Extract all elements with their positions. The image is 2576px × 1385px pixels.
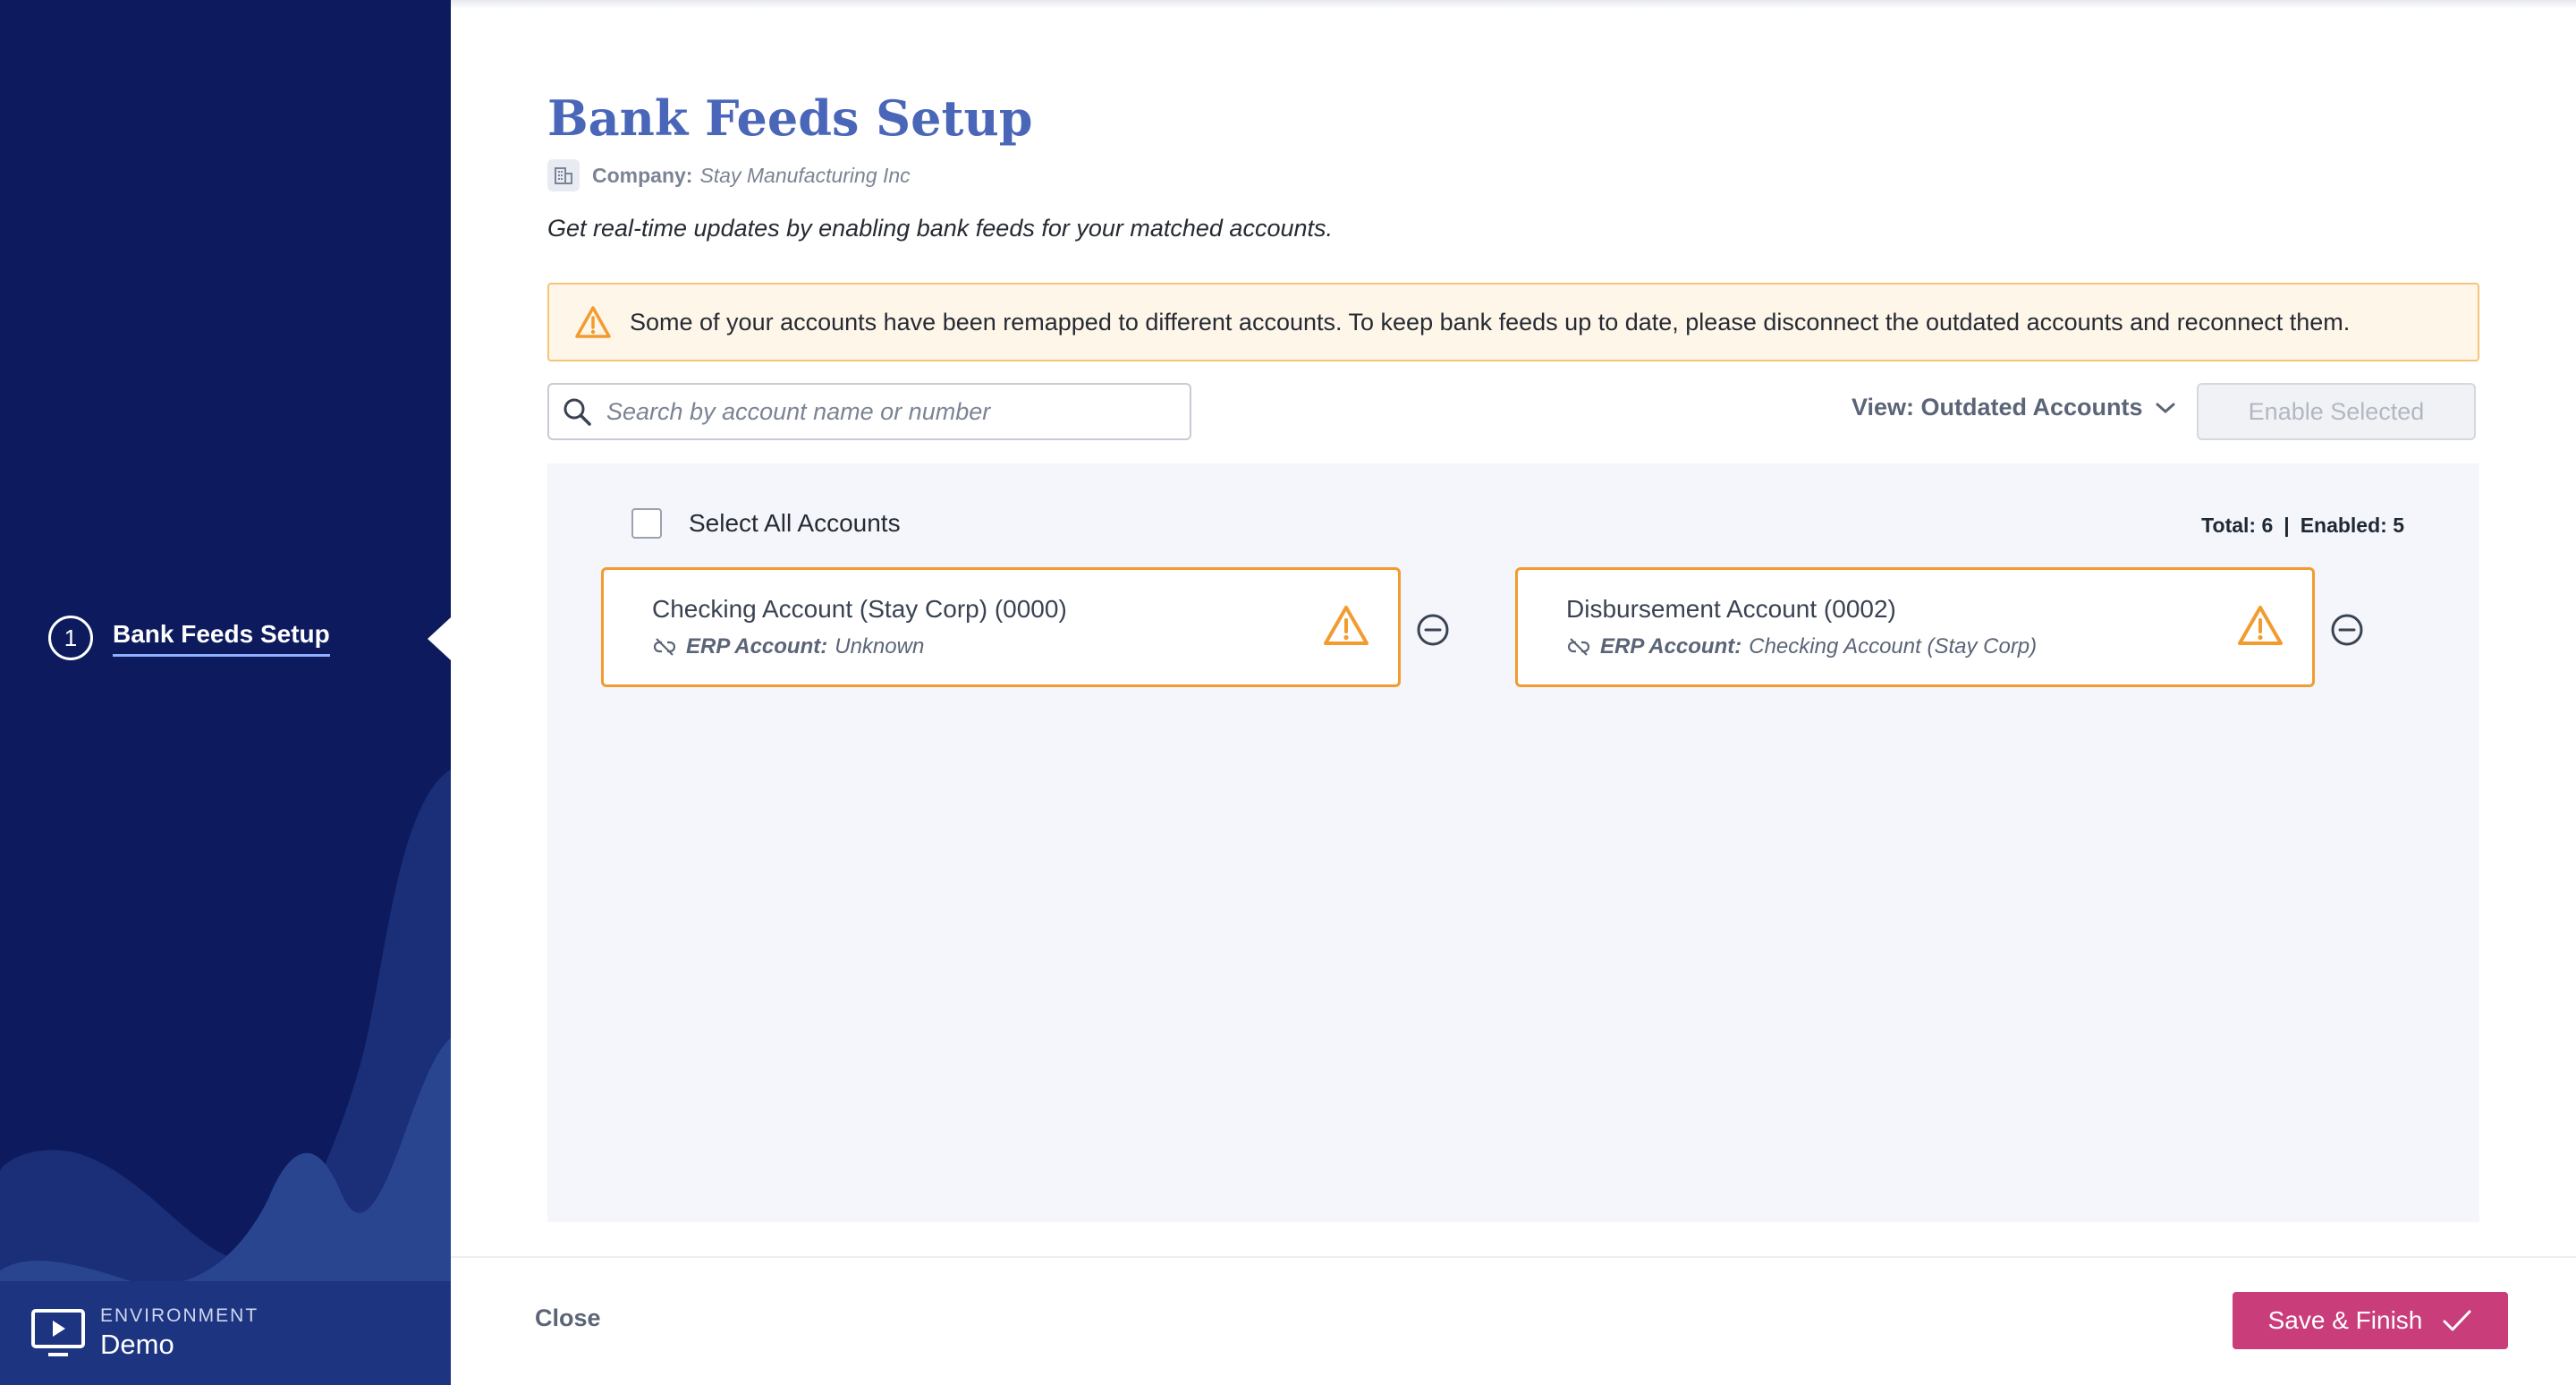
unlink-icon — [1567, 638, 1590, 656]
select-all-label: Select All Accounts — [689, 509, 901, 537]
erp-account-label: ERP Account: — [686, 634, 828, 659]
account-card[interactable]: Disbursement Account (0002) ERP Account:… — [1515, 567, 2315, 687]
remap-warning-alert: Some of your accounts have been remapped… — [547, 283, 2479, 361]
minus-circle-icon[interactable] — [2329, 612, 2365, 648]
select-all-row[interactable]: Select All Accounts — [631, 508, 901, 539]
erp-account-value: Unknown — [835, 634, 925, 659]
step-label: Bank Feeds Setup — [113, 620, 330, 657]
building-icon — [547, 159, 580, 191]
sidebar-step-bank-feeds-setup[interactable]: 1 Bank Feeds Setup — [48, 616, 330, 660]
unlink-icon — [653, 638, 676, 656]
close-button[interactable]: Close — [535, 1304, 601, 1332]
select-all-checkbox[interactable] — [631, 508, 662, 539]
top-shadow — [451, 0, 2576, 9]
company-label: Company: — [592, 163, 693, 187]
save-and-finish-button[interactable]: Save & Finish — [2233, 1292, 2508, 1349]
warning-icon — [1324, 606, 1368, 645]
account-totals: Total: 6 | Enabled: 5 — [2201, 514, 2404, 538]
checkmark-icon — [2443, 1310, 2471, 1331]
account-name: Disbursement Account (0002) — [1566, 595, 1896, 623]
erp-account-info: ERP Account: Unknown — [652, 634, 924, 659]
sidebar: 1 Bank Feeds Setup ENVIRONMENT Demo — [0, 0, 451, 1385]
minus-circle-icon[interactable] — [1415, 612, 1451, 648]
alert-text: Some of your accounts have been remapped… — [630, 308, 2351, 336]
step-number-circle: 1 — [48, 616, 93, 660]
account-card[interactable]: Checking Account (Stay Corp) (0000) ERP … — [601, 567, 1401, 687]
search-icon — [564, 398, 591, 426]
search-box — [547, 383, 1191, 440]
erp-account-value: Checking Account (Stay Corp) — [1749, 634, 2038, 659]
page-subtitle: Get real-time updates by enabling bank f… — [547, 215, 1334, 242]
erp-account-info: ERP Account: Checking Account (Stay Corp… — [1566, 634, 2037, 659]
erp-account-label: ERP Account: — [1600, 634, 1742, 659]
view-filter-dropdown[interactable]: View: Outdated Accounts — [1852, 394, 2177, 421]
company-name: Stay Manufacturing Inc — [699, 163, 911, 187]
warning-icon — [2238, 606, 2283, 645]
environment-value: Demo — [100, 1329, 174, 1360]
company-info: Company: Stay Manufacturing Inc — [547, 159, 911, 191]
account-name: Checking Account (Stay Corp) (0000) — [652, 595, 1067, 623]
totals-separator: | — [2284, 514, 2290, 537]
monitor-play-icon — [31, 1309, 85, 1356]
sidebar-wave-decoration — [0, 769, 451, 1385]
search-input[interactable] — [606, 397, 1161, 426]
environment-indicator: ENVIRONMENT Demo — [0, 1281, 451, 1385]
active-step-pointer — [428, 617, 451, 660]
footer-divider — [451, 1256, 2576, 1258]
enable-selected-button[interactable]: Enable Selected — [2197, 383, 2476, 440]
environment-label: ENVIRONMENT — [100, 1305, 259, 1326]
save-and-finish-label: Save & Finish — [2267, 1306, 2423, 1334]
enabled-count: Enabled: 5 — [2300, 514, 2404, 537]
accounts-panel: Select All Accounts Total: 6 | Enabled: 5 … — [547, 463, 2479, 1222]
warning-icon — [575, 306, 611, 338]
total-count: Total: 6 — [2201, 514, 2274, 537]
page-title: Bank Feeds Setup — [547, 89, 1033, 147]
chevron-down-icon — [2156, 403, 2175, 412]
view-filter-label: View: Outdated Accounts — [1852, 394, 2143, 421]
